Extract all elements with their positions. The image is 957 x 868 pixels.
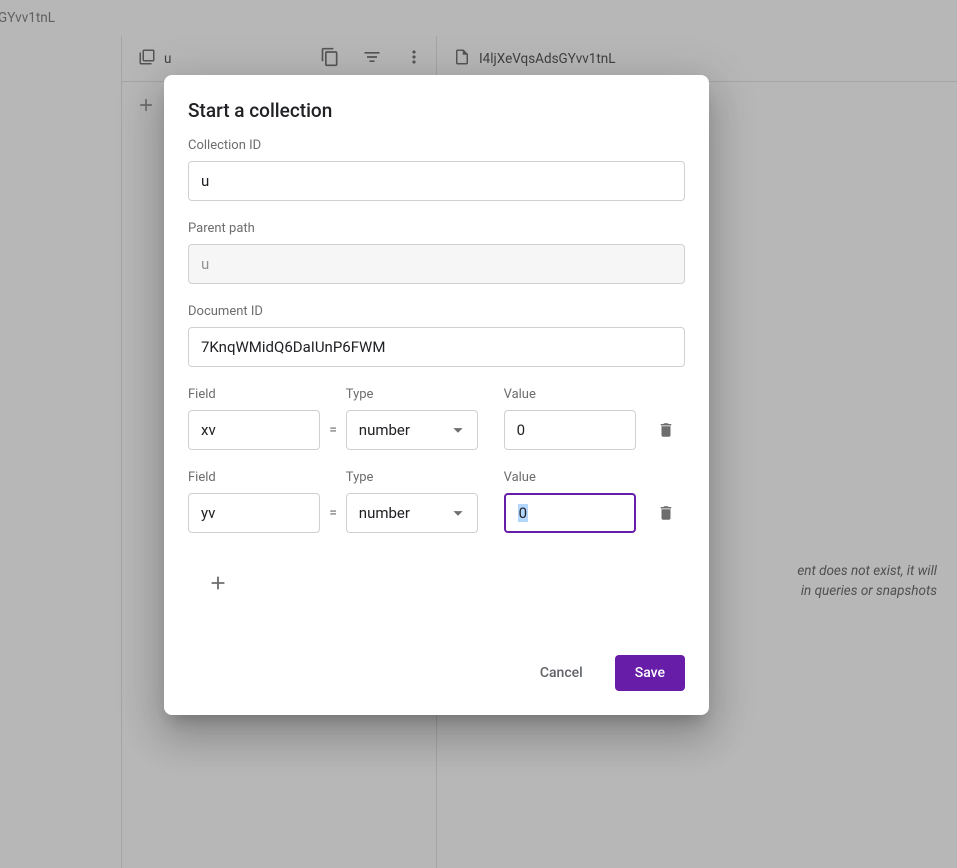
field-label: Field — [188, 470, 320, 485]
field-row: Field = Type number Value — [188, 387, 685, 450]
field-name-input[interactable] — [188, 493, 320, 533]
equals-sign: = — [320, 410, 345, 450]
field-name-input[interactable] — [188, 410, 320, 450]
value-input[interactable]: 0 — [504, 493, 636, 533]
field-row: Field = Type number Value 0 — [188, 470, 685, 533]
cancel-button[interactable]: Cancel — [520, 655, 603, 691]
delete-field-button[interactable] — [646, 493, 685, 533]
parent-path-input — [188, 244, 685, 284]
start-collection-dialog: Start a collection Collection ID Parent … — [164, 75, 709, 715]
chevron-down-icon — [447, 502, 469, 524]
chevron-down-icon — [447, 419, 469, 441]
type-label: Type — [346, 387, 478, 402]
type-select[interactable]: number — [346, 493, 478, 533]
collection-id-label: Collection ID — [188, 138, 685, 153]
parent-path-label: Parent path — [188, 221, 685, 236]
equals-sign: = — [320, 493, 345, 533]
dialog-title: Start a collection — [188, 75, 685, 138]
type-select[interactable]: number — [346, 410, 478, 450]
value-input[interactable] — [504, 410, 636, 450]
trash-icon — [657, 421, 675, 439]
save-button[interactable]: Save — [615, 655, 685, 691]
delete-field-button[interactable] — [646, 410, 685, 450]
field-label: Field — [188, 387, 320, 402]
document-id-label: Document ID — [188, 304, 685, 319]
trash-icon — [657, 504, 675, 522]
collection-id-input[interactable] — [188, 161, 685, 201]
modal-overlay: Start a collection Collection ID Parent … — [0, 0, 957, 868]
type-label: Type — [346, 470, 478, 485]
document-id-input[interactable] — [188, 327, 685, 367]
value-label: Value — [504, 387, 636, 402]
plus-icon — [207, 572, 229, 594]
value-label: Value — [504, 470, 636, 485]
add-field-button[interactable] — [200, 565, 236, 601]
